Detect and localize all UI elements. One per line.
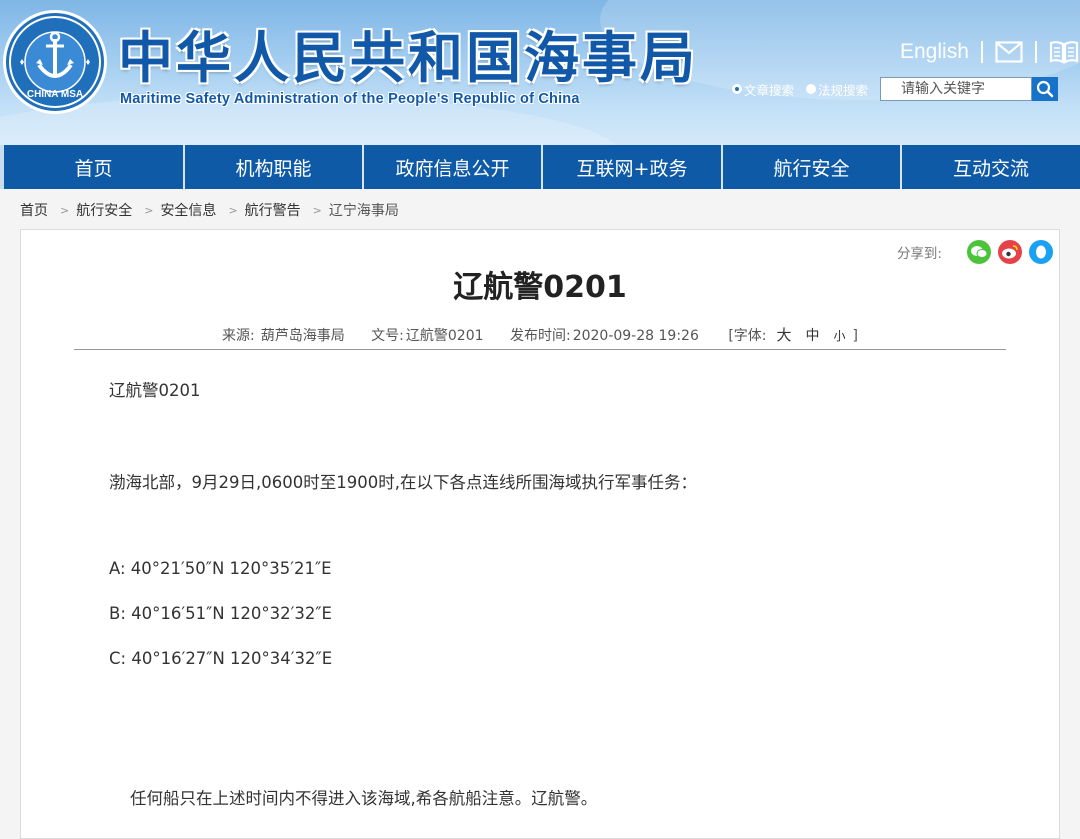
breadcrumb-separator: > bbox=[228, 203, 238, 217]
font-small-button[interactable]: 小 bbox=[834, 329, 846, 343]
font-size-close: ] bbox=[852, 328, 858, 344]
nav-item-nav-safety[interactable]: 航行安全 bbox=[723, 145, 902, 189]
msa-logo[interactable]: CHINA MSA bbox=[3, 10, 107, 114]
article-paragraph: 渤海北部，9月29日,0600时至1900时,在以下各点连线所围海域执行军事任务… bbox=[109, 473, 697, 492]
meta-time: 发布时间: 2020-09-28 19:26 bbox=[510, 328, 699, 344]
title-divider bbox=[74, 349, 1006, 350]
nav-item-gov-info[interactable]: 政府信息公开 bbox=[364, 145, 543, 189]
share-bar: 分享到: bbox=[897, 240, 1053, 264]
share-label: 分享到: bbox=[896, 246, 942, 262]
book-icon[interactable] bbox=[1049, 40, 1079, 64]
breadcrumb-separator: > bbox=[60, 203, 70, 217]
breadcrumb-separator: > bbox=[312, 203, 322, 217]
meta-doc-label: 文号: bbox=[371, 328, 404, 344]
meta-doc: 文号: 辽航警0201 bbox=[371, 328, 483, 344]
meta-doc-value: 辽航警0201 bbox=[405, 328, 484, 344]
coordinate-point-c: C: 40°16′27″N 120°34′32″E bbox=[109, 649, 333, 668]
breadcrumb-liaoning-msa[interactable]: 辽宁海事局 bbox=[329, 200, 399, 220]
qq-icon[interactable] bbox=[1029, 240, 1053, 264]
breadcrumb-safety-info[interactable]: 安全信息 bbox=[160, 200, 216, 220]
font-size-control: [字体: 大中小] bbox=[728, 326, 858, 344]
meta-source: 来源: 葫芦岛海事局 bbox=[222, 328, 345, 344]
font-size-label: [字体: bbox=[728, 328, 767, 344]
coordinate-point-b: B: 40°16′51″N 120°32′32″E bbox=[109, 604, 332, 623]
search-input[interactable] bbox=[880, 77, 1033, 101]
anchor-icon: CHINA MSA bbox=[9, 16, 101, 108]
nav-item-interaction[interactable]: 互动交流 bbox=[902, 145, 1080, 189]
nav-item-internet-gov[interactable]: 互联网+政务 bbox=[543, 145, 723, 189]
search-bar: 文章搜索 法规搜索 bbox=[732, 76, 1059, 102]
breadcrumb-home[interactable]: 首页 bbox=[20, 200, 48, 220]
breadcrumb-nav-safety[interactable]: 航行安全 bbox=[76, 200, 132, 220]
article-title: 辽航警0201 bbox=[453, 270, 627, 305]
top-links: English bbox=[900, 38, 1079, 66]
breadcrumb-separator: > bbox=[144, 203, 154, 217]
radio-label: 法规搜索 bbox=[818, 82, 869, 98]
article-panel: 分享到: 辽航警0201 来源: 葫芦岛海事局 文号: 辽航警0201 发布时间: 2… bbox=[20, 229, 1060, 839]
radio-law-search[interactable]: 法规搜索 bbox=[806, 80, 868, 99]
font-large-button[interactable]: 大 bbox=[777, 326, 792, 344]
nav-item-home[interactable]: 首页 bbox=[4, 145, 185, 189]
mail-icon[interactable] bbox=[995, 41, 1023, 63]
radio-dot[interactable] bbox=[806, 84, 817, 94]
weibo-icon[interactable] bbox=[998, 240, 1022, 264]
breadcrumb-nav-warning[interactable]: 航行警告 bbox=[245, 200, 301, 220]
divider bbox=[980, 41, 983, 63]
site-subtitle: Maritime Safety Administration of the Pe… bbox=[120, 91, 580, 107]
coordinate-point-a: A: 40°21′50″N 120°35′21″E bbox=[109, 559, 332, 578]
radio-article-search[interactable]: 文章搜索 bbox=[732, 80, 794, 99]
article-meta: 来源: 葫芦岛海事局 文号: 辽航警0201 发布时间: 2020-09-28 19:… bbox=[21, 324, 1059, 345]
search-button[interactable] bbox=[1032, 77, 1059, 101]
divider bbox=[1034, 41, 1037, 63]
main-nav: 首页 机构职能 政府信息公开 互联网+政务 航行安全 互动交流 bbox=[0, 145, 1080, 189]
article-paragraph: 辽航警0201 bbox=[109, 381, 201, 400]
nav-item-functions[interactable]: 机构职能 bbox=[185, 145, 364, 189]
search-icon bbox=[1036, 80, 1054, 98]
site-title: 中华人民共和国海事局 bbox=[118, 26, 699, 90]
meta-source-value: 葫芦岛海事局 bbox=[260, 328, 345, 344]
english-link[interactable]: English bbox=[900, 40, 969, 64]
logo-text: CHINA MSA bbox=[27, 89, 83, 100]
font-medium-button[interactable]: 中 bbox=[806, 328, 820, 344]
radio-dot[interactable] bbox=[732, 84, 742, 94]
article-paragraph: 任何船只在上述时间内不得进入该海域,希各航船注意。辽航警。 bbox=[130, 789, 598, 808]
wechat-icon[interactable] bbox=[967, 240, 991, 264]
breadcrumb: 首页 > 航行安全 > 安全信息 > 航行警告 > 辽宁海事局 bbox=[20, 199, 399, 221]
meta-time-value: 2020-09-28 19:26 bbox=[572, 328, 699, 344]
meta-time-label: 发布时间: bbox=[509, 328, 571, 344]
radio-label: 文章搜索 bbox=[744, 82, 795, 98]
meta-source-label: 来源: bbox=[221, 328, 255, 344]
site-header: CHINA MSA 中华人民共和国海事局 Maritime Safety Adm… bbox=[0, 0, 1080, 145]
